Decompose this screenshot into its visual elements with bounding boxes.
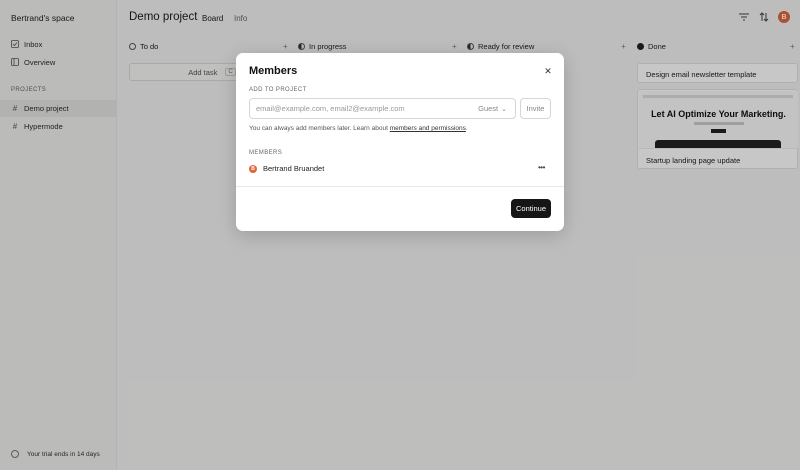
dialog-title: Members bbox=[249, 65, 298, 77]
role-select[interactable]: Guest ⌄ bbox=[478, 104, 507, 113]
add-to-project-label: ADD TO PROJECT bbox=[249, 87, 307, 93]
help-text: You can always add members later. Learn … bbox=[249, 125, 468, 132]
members-section-label: MEMBERS bbox=[249, 150, 283, 156]
role-select-value: Guest bbox=[478, 104, 499, 113]
dialog-divider bbox=[236, 186, 564, 187]
members-permissions-link[interactable]: members and permissions bbox=[390, 125, 466, 132]
email-input-placeholder: email@example.com, email2@example.com bbox=[256, 104, 405, 113]
member-row: B Bertrand Bruandet bbox=[249, 164, 324, 173]
close-icon[interactable]: ✕ bbox=[542, 65, 554, 77]
help-text-prefix: You can always add members later. Learn … bbox=[249, 125, 390, 132]
members-dialog: Members ✕ ADD TO PROJECT email@example.c… bbox=[236, 53, 564, 231]
chevron-down-icon: ⌄ bbox=[501, 105, 507, 113]
help-text-suffix: . bbox=[465, 125, 468, 132]
avatar: B bbox=[249, 164, 257, 173]
invite-button[interactable]: Invite bbox=[520, 98, 551, 119]
continue-button[interactable]: Continue bbox=[511, 199, 551, 218]
member-name: Bertrand Bruandet bbox=[263, 164, 325, 173]
email-invite-input[interactable]: email@example.com, email2@example.com Gu… bbox=[249, 98, 516, 119]
more-options-icon[interactable]: ••• bbox=[538, 163, 545, 172]
